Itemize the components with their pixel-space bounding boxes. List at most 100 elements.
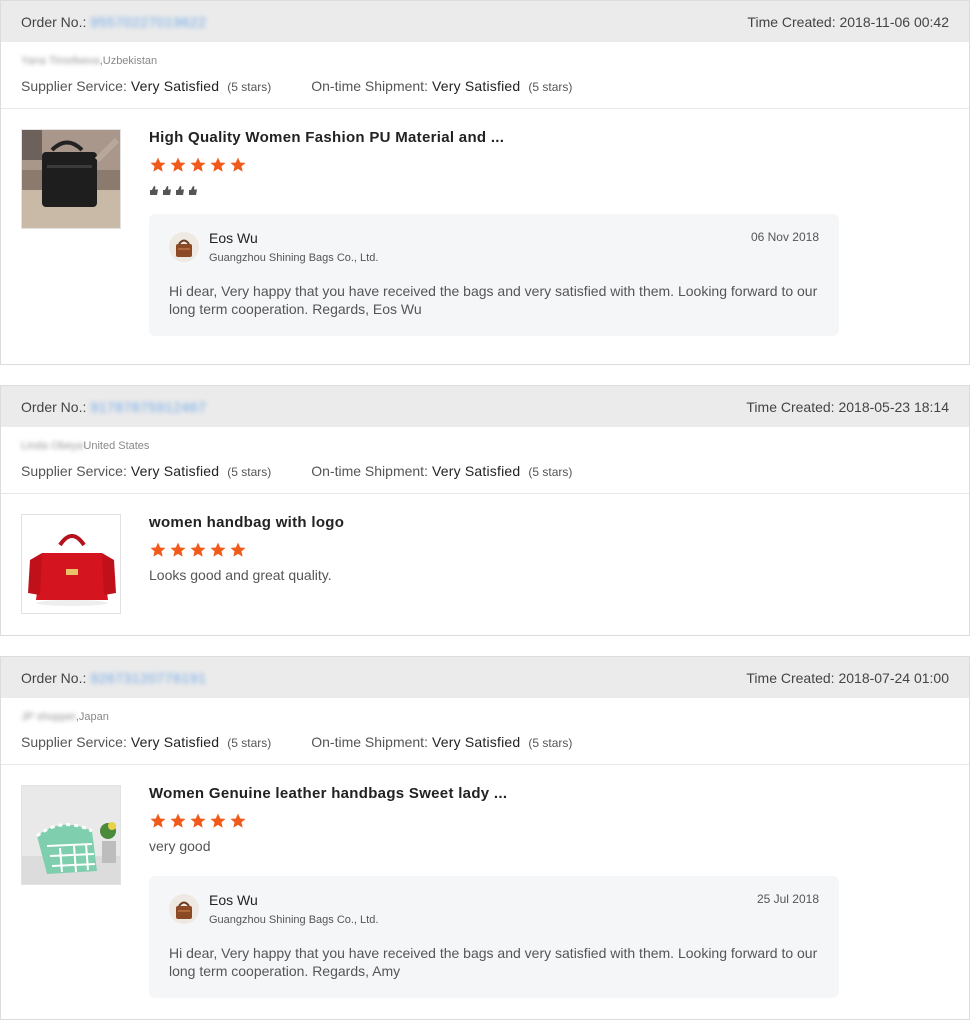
product-rating-stars — [149, 541, 949, 559]
order-card: Order No.: 92673120776191 Time Created: 2… — [0, 656, 970, 1020]
star-icon — [209, 156, 227, 174]
product-image[interactable] — [21, 129, 121, 229]
service-ratings: Supplier Service: Very Satisfied (5 star… — [21, 78, 949, 94]
star-icon — [149, 541, 167, 559]
feedback-text: very good — [149, 838, 211, 854]
supplier-reply: Eos Wu Guangzhou Shining Bags Co., Ltd. … — [149, 876, 839, 998]
buyer-info: Yana Timofeeva,Uzbekistan Supplier Servi… — [1, 42, 969, 109]
order-number-link[interactable]: 92673120776191 — [90, 670, 206, 686]
product-review: women handbag with logo Looks good and g… — [1, 494, 969, 614]
supplier-service-value: Very Satisfied — [130, 734, 220, 750]
star-icon — [169, 156, 187, 174]
product-title[interactable]: Women Genuine leather handbags Sweet lad… — [149, 785, 949, 802]
supplier-service-label: Supplier Service: — [21, 734, 127, 750]
supplier-service-stars: (5 stars) — [227, 465, 272, 479]
star-icon — [189, 541, 207, 559]
supplier-service-value: Very Satisfied — [130, 78, 220, 94]
reply-author: Eos Wu Guangzhou Shining Bags Co., Ltd. — [209, 230, 378, 264]
reply-header: Eos Wu Guangzhou Shining Bags Co., Ltd. — [169, 892, 819, 926]
reply-company: Guangzhou Shining Bags Co., Ltd. — [209, 252, 379, 264]
shipment-rating: On-time Shipment: Very Satisfied (5 star… — [311, 734, 572, 750]
star-icon — [189, 812, 207, 830]
buyer-country: ,Uzbekistan — [99, 55, 158, 67]
order-number: Order No.: 91787875912467 — [21, 399, 206, 415]
service-ratings: Supplier Service: Very Satisfied (5 star… — [21, 734, 949, 750]
supplier-service-rating: Supplier Service: Very Satisfied (5 star… — [21, 78, 271, 94]
thumbs-up-row — [149, 182, 949, 195]
time-created: Time Created: 2018-11-06 00:42 — [747, 13, 949, 30]
supplier-reply: Eos Wu Guangzhou Shining Bags Co., Ltd. … — [149, 214, 839, 336]
reply-name: Eos Wu — [209, 230, 258, 246]
star-icon — [149, 156, 167, 174]
order-number-label: Order No.: — [21, 13, 87, 30]
shipment-label: On-time Shipment: — [311, 78, 428, 94]
star-icon — [189, 156, 207, 174]
buyer-info: Linda ObeyaUnited States Supplier Servic… — [1, 427, 969, 494]
product-rating-stars — [149, 156, 949, 174]
order-number: Order No.: 92673120776191 — [21, 670, 206, 686]
time-created: Time Created: 2018-05-23 18:14 — [746, 398, 949, 415]
product-review: High Quality Women Fashion PU Material a… — [1, 109, 969, 356]
thumbs-up-icon — [162, 182, 172, 195]
reply-text: Hi dear, Very happy that you have receiv… — [169, 283, 818, 317]
buyer-info: JP shopper,Japan Supplier Service: Very … — [1, 698, 969, 765]
shipment-label: On-time Shipment: — [311, 734, 428, 750]
supplier-service-value: Very Satisfied — [130, 463, 220, 479]
star-icon — [169, 541, 187, 559]
order-card: Order No.: 91787875912467 Time Created: 2… — [0, 385, 970, 636]
order-number: Order No.: 95570227019622 — [21, 14, 206, 30]
thumbs-up-icon — [149, 182, 159, 195]
shipment-stars: (5 stars) — [528, 736, 573, 750]
order-header: Order No.: 91787875912467 Time Created: 2… — [1, 386, 969, 427]
buyer-name: Yana Timofeeva — [21, 55, 100, 67]
reply-header: Eos Wu Guangzhou Shining Bags Co., Ltd. — [169, 230, 819, 264]
avatar — [169, 894, 199, 924]
shipment-label: On-time Shipment: — [311, 463, 428, 479]
product-review: Women Genuine leather handbags Sweet lad… — [1, 765, 969, 1018]
product-rating-stars — [149, 812, 949, 830]
service-ratings: Supplier Service: Very Satisfied (5 star… — [21, 463, 949, 479]
reply-author: Eos Wu Guangzhou Shining Bags Co., Ltd. — [209, 892, 378, 926]
shipment-rating: On-time Shipment: Very Satisfied (5 star… — [311, 463, 572, 479]
reply-date: 25 Jul 2018 — [756, 892, 819, 906]
product-image[interactable] — [21, 514, 121, 614]
thumbs-up-icon — [188, 182, 198, 195]
star-icon — [229, 812, 247, 830]
order-card: Order No.: 95570227019622 Time Created: 2… — [0, 0, 970, 365]
order-number-label: Order No.: — [21, 669, 87, 686]
reply-text: Hi dear, Very happy that you have receiv… — [169, 945, 818, 979]
star-icon — [229, 156, 247, 174]
product-title[interactable]: High Quality Women Fashion PU Material a… — [149, 129, 949, 146]
feedback-text: Looks good and great quality. — [149, 567, 332, 583]
shipment-stars: (5 stars) — [528, 80, 573, 94]
product-image[interactable] — [21, 785, 121, 885]
buyer-name: JP shopper — [21, 711, 76, 723]
star-icon — [149, 812, 167, 830]
reply-company: Guangzhou Shining Bags Co., Ltd. — [209, 914, 379, 926]
product-body: women handbag with logo Looks good and g… — [149, 514, 949, 583]
product-body: High Quality Women Fashion PU Material a… — [149, 129, 949, 336]
star-icon — [229, 541, 247, 559]
buyer-country: United States — [83, 440, 150, 452]
buyer-country: ,Japan — [75, 711, 109, 723]
time-created: Time Created: 2018-07-24 01:00 — [746, 669, 949, 686]
supplier-service-label: Supplier Service: — [21, 463, 127, 479]
buyer-line: Yana Timofeeva,Uzbekistan — [21, 54, 949, 68]
order-number-link[interactable]: 91787875912467 — [90, 399, 206, 415]
supplier-service-stars: (5 stars) — [227, 736, 272, 750]
shipment-value: Very Satisfied — [431, 734, 521, 750]
star-icon — [169, 812, 187, 830]
product-title[interactable]: women handbag with logo — [149, 514, 949, 531]
buyer-name: Linda Obeya — [21, 440, 84, 452]
thumbs-up-icon — [175, 182, 185, 195]
product-body: Women Genuine leather handbags Sweet lad… — [149, 785, 949, 998]
order-header: Order No.: 92673120776191 Time Created: 2… — [1, 657, 969, 698]
star-icon — [209, 541, 227, 559]
order-number-label: Order No.: — [21, 398, 87, 415]
shipment-stars: (5 stars) — [528, 465, 573, 479]
avatar — [169, 232, 199, 262]
shipment-value: Very Satisfied — [431, 78, 521, 94]
order-number-link[interactable]: 95570227019622 — [90, 14, 206, 30]
supplier-service-rating: Supplier Service: Very Satisfied (5 star… — [21, 734, 271, 750]
supplier-service-rating: Supplier Service: Very Satisfied (5 star… — [21, 463, 271, 479]
